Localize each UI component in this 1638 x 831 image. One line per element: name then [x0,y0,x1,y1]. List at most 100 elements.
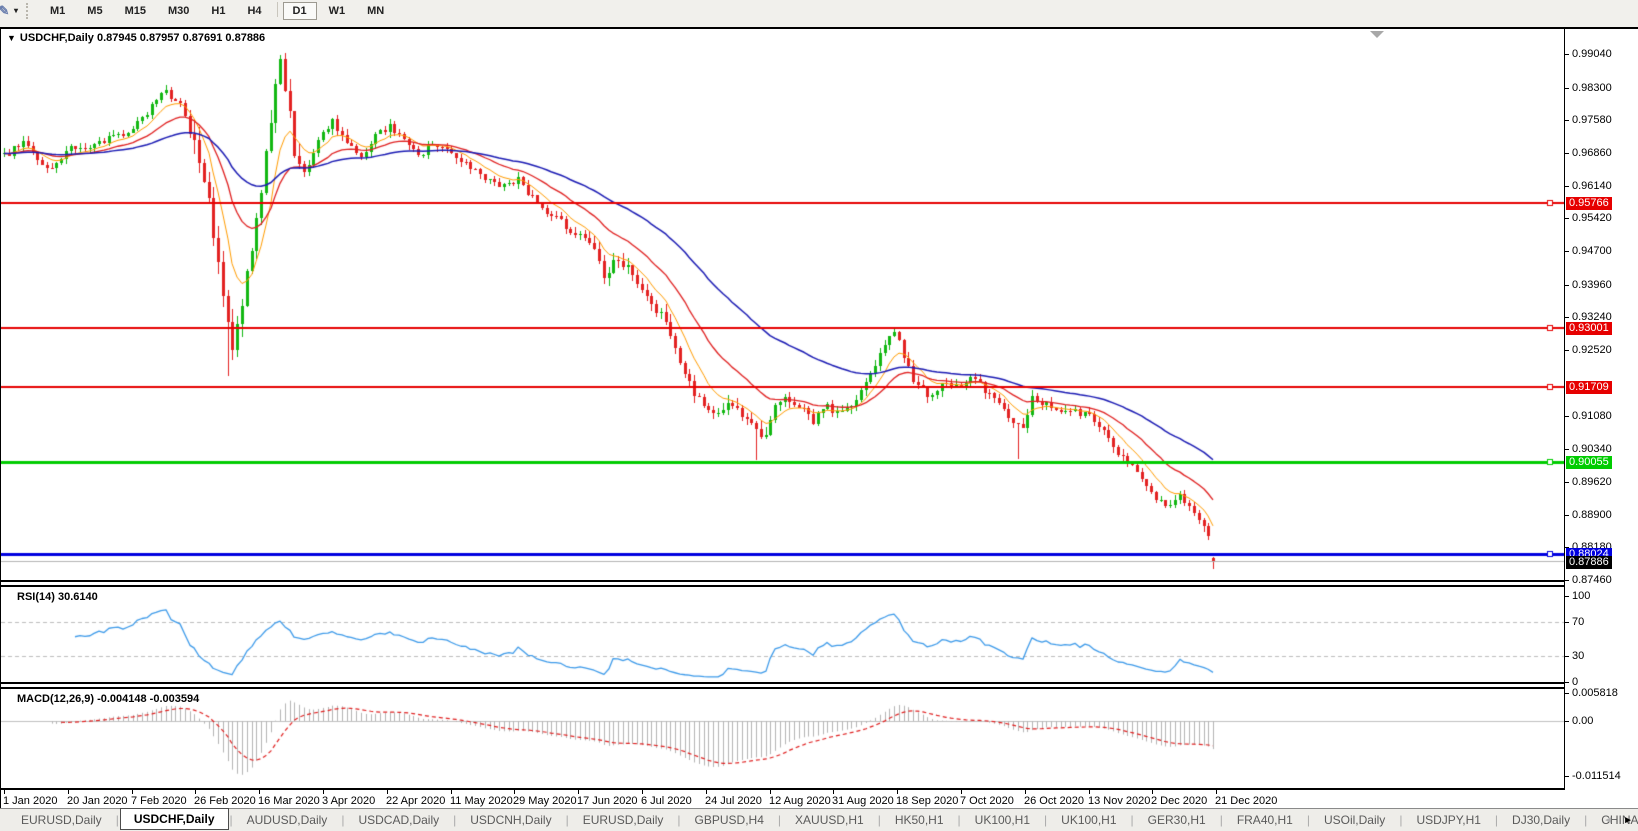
price-tick [1565,186,1569,187]
tab-divider: | [1399,813,1403,827]
price-tick [1565,350,1569,351]
tab-eurusd-daily[interactable]: EURUSD,Daily [570,811,677,829]
tab-dj30-daily[interactable]: DJ30,Daily [1499,811,1583,829]
tab-usdchf-daily[interactable]: USDCHF,Daily [119,808,229,830]
price-tick-label: 0.93960 [1572,279,1612,291]
tab-uk100-h1[interactable]: UK100,H1 [962,811,1043,829]
price-tick-label: 0.94700 [1572,245,1612,257]
price-tick [1565,218,1569,219]
price-tick [1565,416,1569,417]
tab-audusd-daily[interactable]: AUDUSD,Daily [234,811,341,829]
tab-usdcad-daily[interactable]: USDCAD,Daily [345,811,452,829]
price-tick [1565,120,1569,121]
date-tick [1216,790,1217,794]
tab-divider: | [957,813,961,827]
tab-ger30-h1[interactable]: GER30,H1 [1135,811,1219,829]
timeframe-button-m5[interactable]: M5 [77,2,112,20]
bid-price-label: 0.87886 [1566,556,1612,569]
date-tick-label: 12 Aug 2020 [769,795,831,807]
date-tick [132,790,133,794]
tab-scroll-arrows: ◄ ► [1603,809,1633,831]
price-tick [1565,580,1569,581]
rsi-indicator-label: RSI(14) 30.6140 [17,591,98,603]
price-level-label[interactable]: 0.93001 [1566,322,1612,335]
price-tick [1565,449,1569,450]
tab-usdcnh-daily[interactable]: USDCNH,Daily [457,811,564,829]
tab-divider: | [115,813,119,827]
mt4-terminal: ✎ ▾ M1 M5 M15 M30 H1 H4 D1 W1 MN ▼ USDCHF,Daily 0… [0,0,1638,831]
macd-tick-label: 0.005818 [1572,687,1618,699]
tab-uk100-h1[interactable]: UK100,H1 [1048,811,1129,829]
date-tick [897,790,898,794]
rsi-tick-label: 70 [1572,616,1585,628]
date-tick-label: 16 Mar 2020 [258,795,320,807]
date-tick [4,790,5,794]
chevron-down-icon[interactable]: ▾ [14,6,18,15]
timeframe-button-mn[interactable]: MN [357,2,394,20]
date-tick [195,790,196,794]
tab-hk50-h1[interactable]: HK50,H1 [882,811,957,829]
timeframe-button-d1[interactable]: D1 [282,1,317,20]
price-level-label[interactable]: 0.90055 [1566,456,1612,469]
rsi-tick [1565,656,1569,657]
date-tick [1152,790,1153,794]
price-tick-label: 0.91080 [1572,410,1612,422]
date-tick-label: 20 Jan 2020 [67,795,128,807]
window-menu-icon[interactable]: ▼ [7,33,16,43]
tab-divider: | [777,813,782,827]
price-tick [1565,317,1569,318]
tab-usoil-daily[interactable]: USOil,Daily [1311,811,1398,829]
rsi-tick-label: 30 [1572,650,1585,662]
date-tick [642,790,643,794]
date-tick [833,790,834,794]
tab-divider: | [1219,813,1223,827]
tab-eurusd-daily[interactable]: EURUSD,Daily [8,811,115,829]
date-tick [68,790,69,794]
price-tick-label: 0.96140 [1572,180,1612,192]
price-chart-canvas[interactable] [1,29,1564,790]
timeframe-buttons: M1 M5 M15 M30 H1 H4 D1 W1 MN [39,1,395,20]
macd-indicator-label: MACD(12,26,9) -0.004148 -0.003594 [17,693,200,705]
timeframe-button-h1[interactable]: H1 [201,2,235,20]
price-tick-label: 0.90340 [1572,443,1612,455]
date-tick-label: 17 Jun 2020 [577,795,638,807]
date-axis[interactable]: 1 Jan 2020 20 Jan 2020 7 Feb 2020 26 Feb 20… [1,790,1638,810]
date-tick [514,790,515,794]
tab-gbpusd-h4[interactable]: GBPUSD,H4 [682,811,777,829]
tab-divider: | [877,813,881,827]
timeframe-button-w1[interactable]: W1 [319,2,356,20]
price-tick-label: 0.97580 [1572,114,1612,126]
tab-fra40-h1[interactable]: FRA40,H1 [1224,811,1306,829]
date-tick [961,790,962,794]
timeframe-button-h4[interactable]: H4 [237,2,271,20]
price-level-label[interactable]: 0.91709 [1566,381,1612,394]
chart-title: ▼ USDCHF,Daily 0.87945 0.87957 0.87691 0.… [7,32,265,44]
pane-separator[interactable] [1,580,1638,587]
symbol-period-label: USDCHF,Daily [19,32,94,44]
price-tick-label: 0.87460 [1572,574,1612,586]
date-tick-label: 24 Jul 2020 [705,795,762,807]
chart-tool-icon[interactable]: ✎ [0,3,12,19]
date-tick-label: 29 May 2020 [513,795,577,807]
toolbar-grip[interactable] [26,2,33,19]
rsi-tick [1565,596,1569,597]
tab-divider: | [1494,813,1499,827]
tab-scroll-right-icon[interactable]: ► [1623,815,1633,826]
price-level-label[interactable]: 0.95766 [1566,197,1612,210]
tab-scroll-left-icon[interactable]: ◄ [1603,815,1613,826]
timeframe-button-m15[interactable]: M15 [115,2,156,20]
timeframe-button-m30[interactable]: M30 [158,2,199,20]
price-tick-label: 0.98300 [1572,82,1612,94]
chart-shift-marker-icon[interactable] [1370,31,1384,38]
price-axis[interactable]: 0.99040 0.98300 0.97580 0.96860 0.96140 0.954… [1564,29,1638,790]
pane-separator[interactable] [1,682,1638,689]
ohlc-readout: 0.87945 0.87957 0.87691 0.87886 [96,32,266,44]
date-tick [1025,790,1026,794]
tab-usdjpy-h1[interactable]: USDJPY,H1 [1403,811,1493,829]
timeframe-button-m1[interactable]: M1 [40,2,75,20]
tab-xauusd-h1[interactable]: XAUUSD,H1 [782,811,877,829]
price-tick-label: 0.88900 [1572,509,1612,521]
date-tick-label: 26 Feb 2020 [194,795,256,807]
date-tick [578,790,579,794]
tab-divider: | [1584,813,1588,827]
